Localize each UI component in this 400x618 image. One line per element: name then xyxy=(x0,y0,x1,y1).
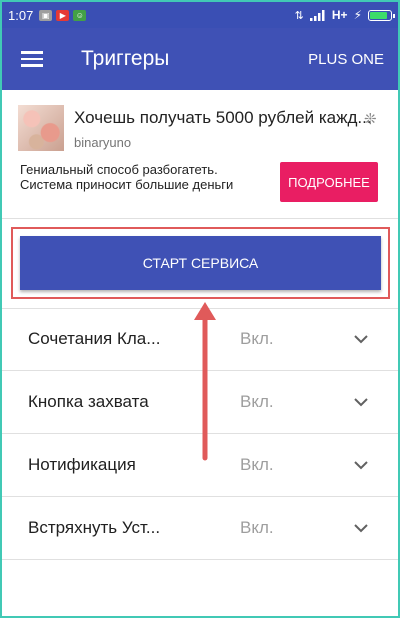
chevron-down-icon[interactable] xyxy=(354,332,368,346)
trigger-row-shake[interactable]: Встряхнуть Уст... Вкл. xyxy=(2,498,398,560)
chevron-down-icon[interactable] xyxy=(354,395,368,409)
chevron-down-icon[interactable] xyxy=(354,458,368,472)
network-type: H+ xyxy=(331,8,348,22)
ad-title[interactable]: Хочешь получать 5000 рублей кажд... xyxy=(74,108,372,128)
page-title: Триггеры xyxy=(81,47,170,70)
divider xyxy=(2,218,398,219)
trigger-label: Кнопка захвата xyxy=(28,392,149,411)
status-indicators: ⇅ H+ ⚡ xyxy=(294,8,395,22)
app-notification-icon: ☺ xyxy=(73,9,87,21)
youtube-notification-icon: ▶ xyxy=(56,9,70,21)
gallery-notification-icon: ▣ xyxy=(39,9,53,21)
charging-icon: ⚡ xyxy=(353,8,362,22)
trigger-label: Встряхнуть Уст... xyxy=(28,518,161,537)
trigger-label: Нотификация xyxy=(28,455,136,474)
trigger-value[interactable]: Вкл. xyxy=(240,329,274,349)
trigger-row-shortcuts[interactable]: Сочетания Кла... Вкл. xyxy=(2,309,398,371)
trigger-row-capture-button[interactable]: Кнопка захвата Вкл. xyxy=(2,372,398,434)
signal-icon xyxy=(309,9,325,21)
app-bar: Триггеры PLUS ONE xyxy=(2,28,398,90)
ad-description: Гениальный способ разбогатеть. Система п… xyxy=(20,162,233,192)
trigger-value[interactable]: Вкл. xyxy=(240,392,274,412)
trigger-value[interactable]: Вкл. xyxy=(240,455,274,475)
ad-banner[interactable]: Хочешь получать 5000 рублей кажд... ❊ bi… xyxy=(2,90,398,218)
data-transfer-icon: ⇅ xyxy=(294,9,304,22)
battery-icon xyxy=(368,9,395,21)
menu-icon[interactable] xyxy=(21,51,43,67)
ad-source: binaryuno xyxy=(74,135,132,150)
trigger-label: Сочетания Кла... xyxy=(28,329,161,348)
ad-thumbnail xyxy=(18,105,64,151)
start-service-button[interactable]: СТАРТ СЕРВИСА xyxy=(20,236,381,290)
ad-description-line: Система приносит большие деньги xyxy=(20,177,234,192)
plus-one-button[interactable]: PLUS ONE xyxy=(308,51,384,68)
ad-info-icon[interactable]: ❊ xyxy=(364,110,377,128)
status-bar: 1:07 ▣ ▶ ☺ ⇅ H+ ⚡ xyxy=(2,2,398,28)
ad-details-button[interactable]: ПОДРОБНЕЕ xyxy=(280,162,378,202)
trigger-row-notification[interactable]: Нотификация Вкл. xyxy=(2,435,398,497)
status-time: 1:07 xyxy=(8,7,34,23)
chevron-down-icon[interactable] xyxy=(354,521,368,535)
ad-description-line: Гениальный способ разбогатеть. xyxy=(20,162,218,177)
trigger-value[interactable]: Вкл. xyxy=(240,518,274,538)
